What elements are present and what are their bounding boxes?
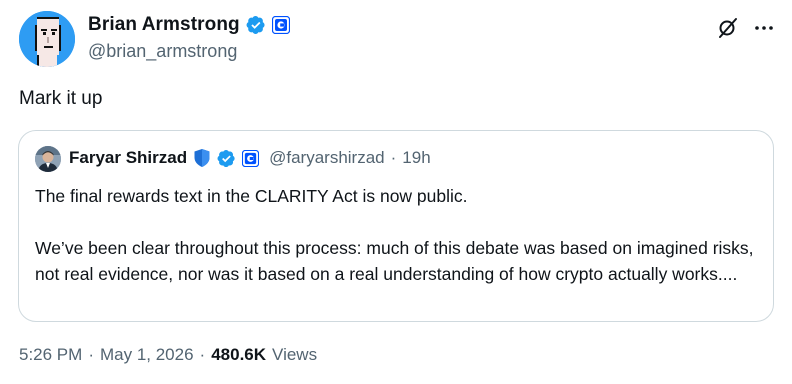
separator-dot: · — [390, 148, 397, 167]
views-count[interactable]: 480.6K — [211, 345, 266, 365]
quoted-author-handle[interactable]: @faryarshirzad — [269, 148, 385, 168]
separator-dot: · — [88, 345, 94, 364]
quoted-header: Faryar Shirzad @faryarshirzad · 19h — [69, 148, 431, 168]
shield-icon — [194, 149, 210, 167]
quoted-post-text: The final rewards text in the CLARITY Ac… — [35, 186, 754, 284]
separator-dot: · — [199, 345, 206, 364]
verified-badge-icon[interactable] — [246, 15, 266, 35]
author-name-row: Brian Armstrong — [88, 14, 290, 36]
quoted-author-name[interactable]: Faryar Shirzad — [69, 148, 187, 168]
post: Brian Armstrong @brian_armstrong Mark it… — [0, 0, 792, 384]
coinbase-badge-icon[interactable] — [271, 16, 290, 34]
post-date[interactable]: May 1, 2026 — [100, 345, 194, 365]
grok-icon[interactable] — [716, 16, 740, 40]
post-text: Mark it up — [19, 88, 103, 109]
verified-badge-icon[interactable] — [217, 149, 236, 168]
post-metadata: 5:26 PM · May 1, 2026 · 480.6K Views — [19, 345, 317, 365]
quoted-timestamp[interactable]: 19h — [402, 148, 430, 168]
coinbase-badge-icon[interactable] — [242, 149, 260, 167]
quoted-post-card[interactable]: Faryar Shirzad @faryarshirzad · 19h The … — [18, 130, 774, 322]
author-handle[interactable]: @brian_armstrong — [88, 41, 237, 62]
author-avatar[interactable] — [19, 11, 75, 67]
views-label: Views — [272, 345, 318, 364]
avatar-image — [19, 11, 75, 67]
quoted-avatar-image — [35, 146, 61, 172]
quoted-author-avatar[interactable] — [35, 146, 61, 172]
more-options-icon[interactable] — [752, 16, 776, 40]
post-time[interactable]: 5:26 PM — [19, 345, 82, 365]
author-name[interactable]: Brian Armstrong — [88, 14, 240, 36]
